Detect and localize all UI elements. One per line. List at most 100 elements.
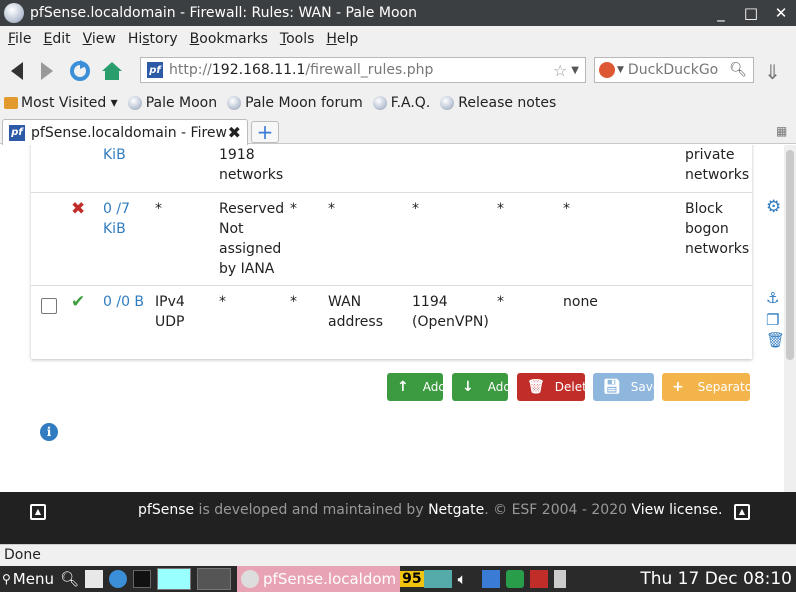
pfsense-link[interactable]: pfSense: [138, 502, 194, 518]
block-icon[interactable]: ✖: [71, 199, 85, 219]
states-cell[interactable]: 0 /7 KiB: [103, 199, 130, 239]
description-cell: private networks: [685, 147, 750, 183]
bookmark-star-icon[interactable]: ☆: [553, 61, 567, 80]
pass-icon[interactable]: ✔: [71, 292, 85, 312]
clock[interactable]: Thu 17 Dec 08:10: [640, 569, 792, 589]
duckduckgo-icon[interactable]: [599, 62, 615, 78]
browser-icon[interactable]: [109, 570, 128, 588]
plus-icon: +: [672, 379, 684, 395]
page-content: KiB 1918 networks private networks ✖ 0 /…: [0, 145, 784, 492]
arrow-up-icon: ↑: [397, 379, 409, 395]
states-cell[interactable]: 0 /0 B: [103, 292, 144, 312]
scroll-top-icon[interactable]: ▲: [734, 504, 750, 520]
trash-icon[interactable]: 🗑︎: [766, 331, 784, 349]
globe-icon: [440, 96, 455, 110]
navigation-toolbar: pf http://192.168.11.1/firewall_rules.ph…: [0, 52, 796, 90]
menu-edit[interactable]: Edit: [37, 31, 76, 47]
workspace-2-icon[interactable]: [197, 568, 232, 590]
rule-select-checkbox[interactable]: [41, 298, 57, 314]
bookmark-release-notes[interactable]: Release notes: [440, 95, 556, 111]
new-tab-button[interactable]: +: [251, 121, 279, 143]
file-manager-icon[interactable]: [85, 570, 104, 588]
states-cell[interactable]: KiB: [103, 145, 126, 165]
menu-bar: File Edit View History Bookmarks Tools H…: [0, 26, 796, 52]
rules-table: KiB 1918 networks private networks ✖ 0 /…: [31, 145, 752, 359]
gear-icon[interactable]: ⚙: [766, 197, 781, 217]
back-arrow-icon: [11, 62, 23, 80]
separator-button[interactable]: + Separator: [662, 373, 757, 401]
trash-icon: 🗑︎: [527, 379, 545, 395]
bookmark-faq[interactable]: F.A.Q.: [372, 95, 430, 111]
reload-button[interactable]: [64, 55, 96, 87]
home-button[interactable]: [96, 55, 128, 87]
pale-moon-icon: [241, 570, 260, 588]
protocol-cell: IPv4 UDP: [155, 294, 185, 330]
scrollbar-thumb[interactable]: [786, 150, 794, 360]
destination-cell: *: [328, 201, 335, 217]
network-icon[interactable]: [481, 570, 500, 588]
minimize-button[interactable]: _: [706, 4, 736, 22]
bookmark-pale-moon[interactable]: Pale Moon: [127, 95, 217, 111]
dest-port-cell: 1194 (OpenVPN): [412, 294, 489, 330]
anchor-icon[interactable]: ⚓: [766, 289, 779, 307]
bookmark-pale-moon-forum[interactable]: Pale Moon forum: [227, 95, 363, 111]
url-bar[interactable]: pf http://192.168.11.1/firewall_rules.ph…: [140, 57, 586, 83]
chevron-down-icon[interactable]: ▼: [617, 65, 624, 75]
table-row: ✖ 0 /7 KiB * Reserved Not assigned by IA…: [31, 193, 752, 286]
taskbar-window-pfsense[interactable]: pfSense.localdom: [237, 566, 401, 592]
menu-file[interactable]: File: [2, 31, 37, 47]
menu-bookmarks[interactable]: Bookmarks: [184, 31, 274, 47]
view-license-link[interactable]: View license.: [631, 502, 722, 518]
start-menu-button[interactable]: ⚲ Menu: [0, 570, 54, 588]
port-cell: *: [290, 201, 297, 217]
menu-view[interactable]: View: [77, 31, 122, 47]
info-icon[interactable]: i: [40, 423, 58, 441]
delete-button[interactable]: 🗑︎ Delete: [517, 373, 594, 401]
table-row: ✔ 0 /0 B IPv4 UDP * * WAN address 1194 (…: [31, 286, 752, 359]
protocol-cell: *: [155, 201, 162, 217]
url-text[interactable]: http://192.168.11.1/firewall_rules.php: [169, 62, 553, 78]
search-icon[interactable]: 🔍︎: [60, 570, 79, 588]
forward-button[interactable]: [32, 55, 64, 87]
copy-icon[interactable]: ❐: [766, 311, 779, 329]
tab-label: pfSense.localdomain - Firew…: [31, 124, 228, 141]
gateway-cell: *: [497, 201, 504, 217]
source-cell: *: [219, 294, 226, 310]
scroll-top-icon[interactable]: ▲: [30, 504, 46, 520]
pfsense-favicon-icon: pf: [9, 124, 25, 141]
maximize-button[interactable]: □: [736, 4, 766, 22]
menu-help[interactable]: Help: [320, 31, 364, 47]
clipboard-icon[interactable]: [553, 570, 566, 588]
add-bottom-button[interactable]: ↓ Add: [452, 373, 511, 401]
back-button[interactable]: [0, 55, 32, 87]
port-cell: *: [290, 294, 297, 310]
bookmark-most-visited[interactable]: Most Visited ▾: [0, 95, 118, 111]
footer-text: pfSense is developed and maintained by N…: [138, 502, 723, 518]
taskbar: ⚲ Menu 🔍︎ pfSense.localdom 95 🔈︎ Thu 17 …: [0, 566, 796, 592]
battery-badge: 95: [400, 571, 424, 587]
tab-list-icon[interactable]: ▦: [776, 124, 787, 138]
search-icon[interactable]: 🔍︎: [729, 62, 747, 78]
network-graph-icon: [423, 570, 452, 588]
search-bar[interactable]: ▼ DuckDuckGo 🔍︎: [594, 57, 754, 83]
menu-history[interactable]: History: [122, 31, 184, 47]
download-icon[interactable]: ⇓: [764, 60, 786, 84]
storage-icon[interactable]: [505, 570, 524, 588]
add-top-button[interactable]: ↑ Add: [387, 373, 446, 401]
window-title: pfSense.localdomain - Firewall: Rules: W…: [30, 5, 417, 21]
save-button[interactable]: 💾︎ Save: [593, 373, 660, 401]
shield-icon[interactable]: [529, 570, 548, 588]
tab-close-icon[interactable]: ✖: [228, 123, 241, 142]
menu-icon: ⚲: [2, 572, 11, 586]
url-dropdown-icon[interactable]: ▼: [571, 65, 579, 76]
volume-icon[interactable]: 🔈︎: [458, 570, 476, 588]
tab-pfsense[interactable]: pf pfSense.localdomain - Firew… ✖: [2, 119, 248, 145]
home-icon: [102, 62, 122, 80]
menu-tools[interactable]: Tools: [274, 31, 321, 47]
terminal-icon[interactable]: [133, 570, 152, 588]
netgate-link[interactable]: Netgate: [428, 502, 484, 518]
search-input[interactable]: DuckDuckGo: [628, 62, 729, 78]
workspace-1-icon[interactable]: [157, 568, 192, 590]
reload-icon: [70, 60, 90, 81]
close-button[interactable]: ✕: [766, 4, 796, 22]
